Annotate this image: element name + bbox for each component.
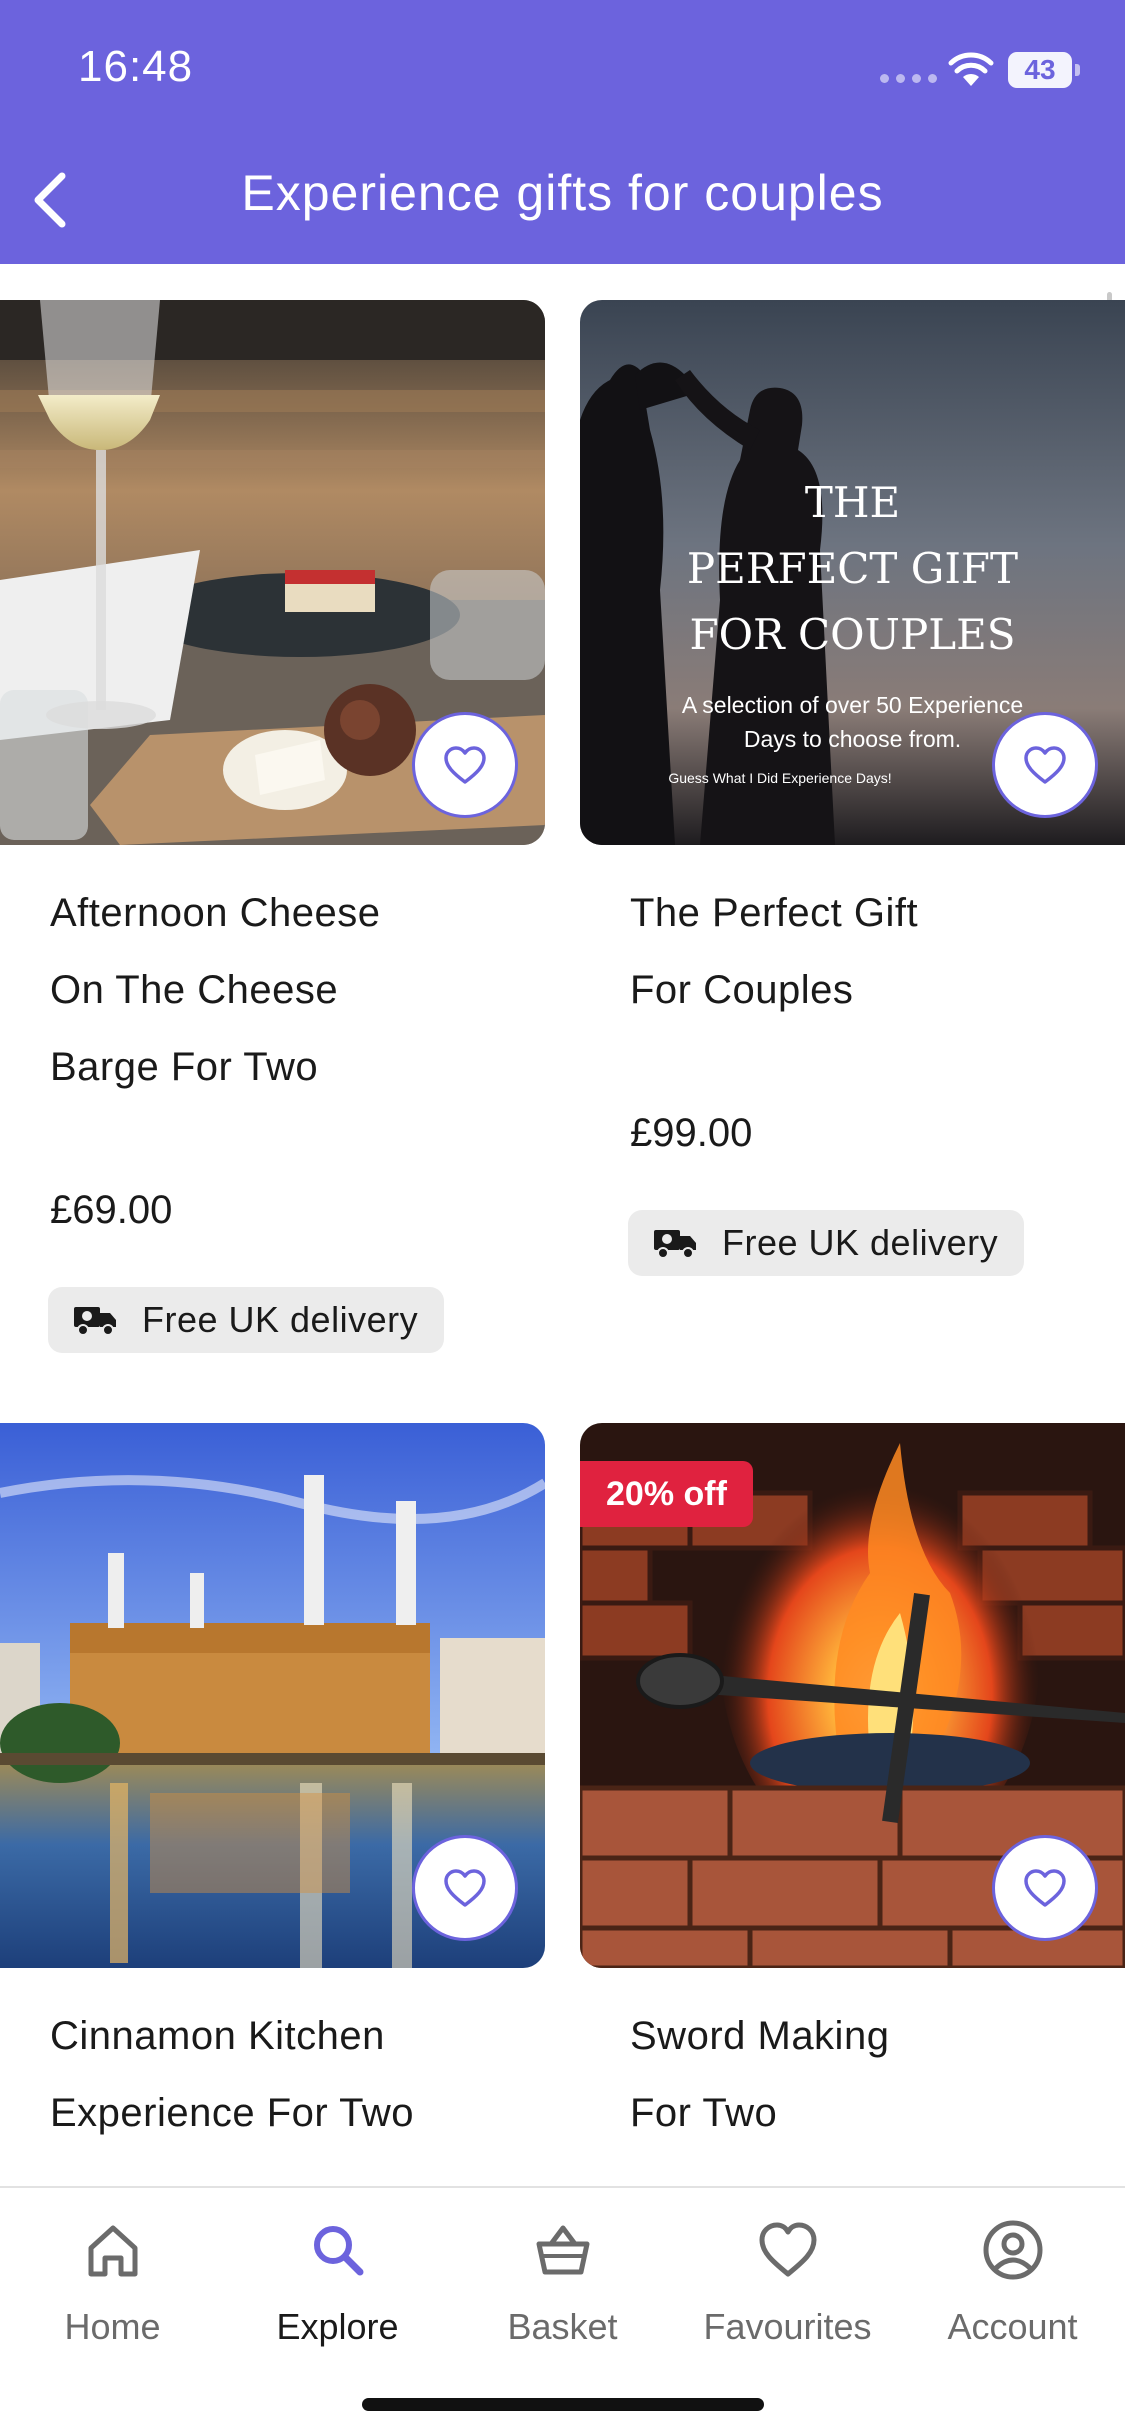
nav-item-favourites[interactable]: Favourites xyxy=(675,2188,900,2358)
product-title[interactable]: Afternoon Cheese On The Cheese Barge For… xyxy=(50,875,530,1106)
delivery-badge: Free UK delivery xyxy=(628,1210,1025,1276)
product-card-afternoon-cheese[interactable]: Afternoon Cheese On The Cheese Barge For… xyxy=(0,300,545,1353)
basket-icon xyxy=(536,2225,589,2275)
nav-label: Favourites xyxy=(703,2306,872,2347)
nav-item-home[interactable]: Home xyxy=(0,2188,225,2358)
delivery-badge: Free UK delivery xyxy=(48,1287,445,1353)
product-grid[interactable]: Afternoon Cheese On The Cheese Barge For… xyxy=(0,264,1125,2186)
nav-label: Explore xyxy=(276,2306,399,2347)
delivery-label: Free UK delivery xyxy=(142,1299,419,1340)
search-icon xyxy=(313,2226,363,2276)
favourite-button[interactable] xyxy=(992,1835,1098,1941)
product-card-sword-making[interactable]: 20% off Sword Making For Two xyxy=(580,1423,1125,2183)
nav-label: Account xyxy=(947,2306,1078,2347)
home-indicator[interactable] xyxy=(362,2398,764,2411)
account-icon xyxy=(983,2220,1042,2280)
product-card-perfect-gift[interactable]: THE PERFECT GIFT FOR COUPLES A selection… xyxy=(580,300,1125,1350)
image-headline: THE PERFECT GIFT FOR COUPLES xyxy=(686,478,1019,659)
app-header: 16:48 43 Experience gifts for couples xyxy=(0,0,1125,264)
status-time: 16:48 xyxy=(78,42,194,91)
delivery-truck-icon xyxy=(654,1230,696,1259)
product-image[interactable]: THE PERFECT GIFT FOR COUPLES A selection… xyxy=(580,300,1125,845)
product-title[interactable]: Cinnamon Kitchen Experience For Two xyxy=(50,1998,530,2152)
discount-badge: 20% off xyxy=(580,1461,753,1527)
product-title[interactable]: The Perfect Gift For Couples xyxy=(630,875,1110,1029)
battery-level: 43 xyxy=(1008,52,1072,88)
nav-item-explore[interactable]: Explore xyxy=(225,2188,450,2358)
nav-item-account[interactable]: Account xyxy=(900,2188,1125,2358)
delivery-label: Free UK delivery xyxy=(722,1222,999,1263)
product-image[interactable] xyxy=(0,1423,545,1968)
heart-icon xyxy=(444,746,486,784)
favourite-button[interactable] xyxy=(412,1835,518,1941)
product-image[interactable] xyxy=(0,300,545,845)
product-image[interactable]: 20% off xyxy=(580,1423,1125,1968)
nav-label: Basket xyxy=(507,2306,618,2347)
page-title: Experience gifts for couples xyxy=(241,165,884,221)
delivery-truck-icon xyxy=(74,1307,116,1336)
cellular-signal-icon xyxy=(880,74,937,83)
product-price: £69.00 xyxy=(50,1188,173,1232)
home-icon xyxy=(88,2225,137,2277)
product-card-cinnamon-kitchen[interactable]: Cinnamon Kitchen Experience For Two xyxy=(0,1423,545,2183)
heart-icon xyxy=(1024,746,1066,784)
favourite-button[interactable] xyxy=(992,712,1098,818)
nav-item-basket[interactable]: Basket xyxy=(450,2188,675,2358)
nav-label: Home xyxy=(64,2306,161,2347)
favourite-button[interactable] xyxy=(412,712,518,818)
battery-icon: 43 xyxy=(1008,52,1080,88)
heart-icon xyxy=(759,2222,816,2277)
heart-icon xyxy=(444,1869,486,1907)
heart-icon xyxy=(1024,1869,1066,1907)
product-price: £99.00 xyxy=(630,1111,753,1155)
wifi-icon xyxy=(948,52,994,86)
product-title[interactable]: Sword Making For Two xyxy=(630,1998,1110,2152)
image-brand: Guess What I Did Experience Days! xyxy=(668,770,892,786)
